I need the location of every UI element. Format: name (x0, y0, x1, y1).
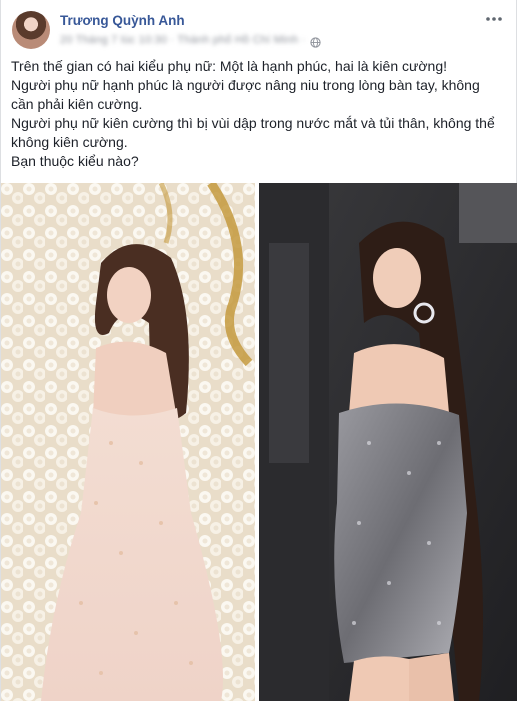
post-meta: 20 Tháng 7 lúc 10:30 · Thành phố Hồ Chí … (60, 33, 322, 48)
post-header: Trương Quỳnh Anh 20 Tháng 7 lúc 10:30 · … (1, 0, 517, 56)
post-timestamp[interactable]: 20 Tháng 7 lúc 10:30 · Thành phố Hồ Chí … (60, 34, 305, 46)
post-text-line: Bạn thuộc kiểu nào? (11, 153, 139, 169)
facebook-post: Trương Quỳnh Anh 20 Tháng 7 lúc 10:30 · … (0, 0, 517, 701)
post-text-line: Người phụ nữ hạnh phúc là người được nân… (11, 77, 480, 93)
author-name[interactable]: Trương Quỳnh Anh (60, 13, 185, 28)
photo-left[interactable] (1, 183, 255, 701)
photo-grid (1, 183, 517, 701)
post-text-line: Trên thế gian có hai kiểu phụ nữ: Một là… (11, 58, 448, 74)
post-text-line: cần phải kiên cường. (11, 96, 143, 112)
photo-right[interactable] (259, 183, 517, 701)
post-text-line: Người phụ nữ kiên cường thì bị vùi dập t… (11, 115, 495, 131)
post-text: Trên thế gian có hai kiểu phụ nữ: Một là… (11, 57, 511, 171)
author-avatar[interactable] (12, 11, 50, 49)
more-horizontal-icon[interactable] (484, 9, 504, 29)
post-text-line: không kiên cường. (11, 134, 128, 150)
globe-icon[interactable] (310, 35, 322, 48)
